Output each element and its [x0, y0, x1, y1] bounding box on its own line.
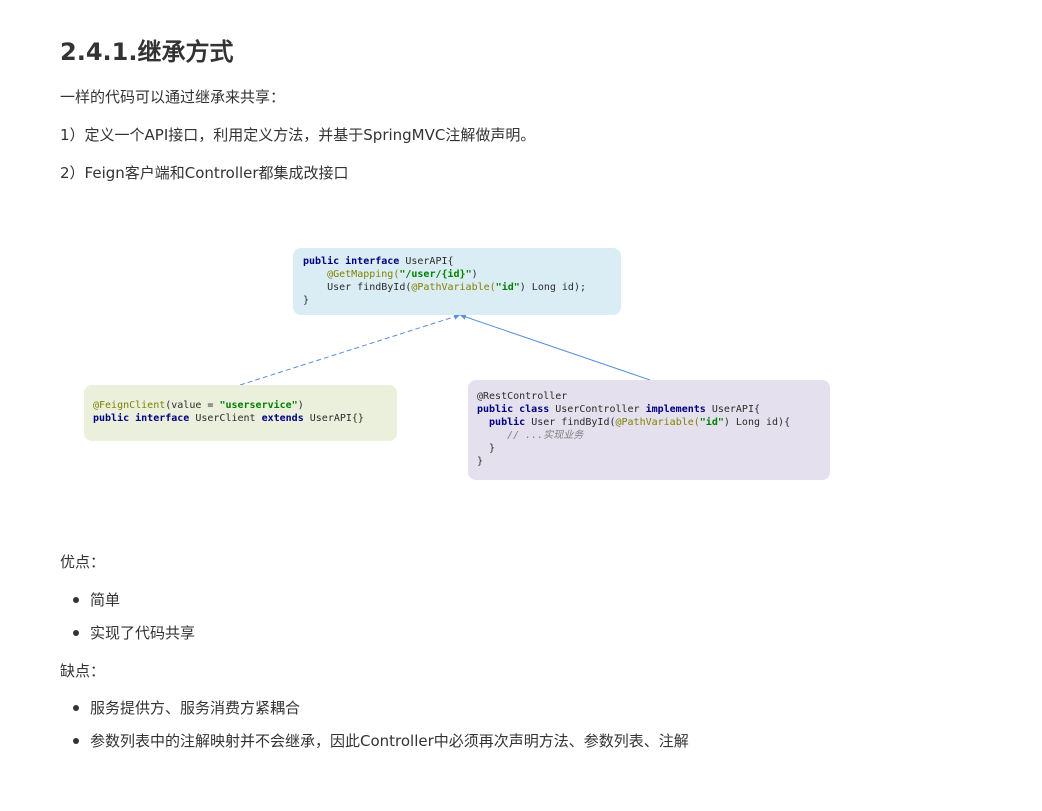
list-item: 参数列表中的注解映射并不会继承，因此Controller中必须再次声明方法、参数…	[60, 730, 689, 752]
pros-label: 优点：	[60, 553, 106, 571]
list-item: 实现了代码共享	[60, 622, 195, 644]
pros-list: 简单 实现了代码共享	[60, 589, 195, 655]
client-to-api-arrow	[239, 313, 461, 386]
bullet-icon	[73, 705, 79, 711]
inheritance-diagram: public interface UserAPI{ @GetMapping("/…	[0, 230, 1042, 490]
list-item: 简单	[60, 589, 195, 611]
section-heading: 2.4.1.继承方式	[60, 38, 234, 66]
bullet-icon	[73, 630, 79, 636]
user-api-code-box: public interface UserAPI{ @GetMapping("/…	[293, 248, 621, 315]
bullet-icon	[73, 738, 79, 744]
cons-list: 服务提供方、服务消费方紧耦合 参数列表中的注解映射并不会继承，因此Control…	[60, 697, 689, 763]
controller-to-api-arrow	[459, 314, 651, 381]
cons-label: 缺点：	[60, 662, 106, 680]
step-2-text: 2）Feign客户端和Controller都集成改接口	[60, 164, 349, 182]
bullet-icon	[73, 597, 79, 603]
user-controller-code-box: @RestController public class UserControl…	[468, 380, 830, 480]
intro-text: 一样的代码可以通过继承来共享：	[60, 88, 286, 106]
user-client-code-box: @FeignClient(value = "userservice") publ…	[84, 385, 397, 441]
list-item: 服务提供方、服务消费方紧耦合	[60, 697, 689, 719]
step-1-text: 1）定义一个API接口，利用定义方法，并基于SpringMVC注解做声明。	[60, 126, 536, 144]
